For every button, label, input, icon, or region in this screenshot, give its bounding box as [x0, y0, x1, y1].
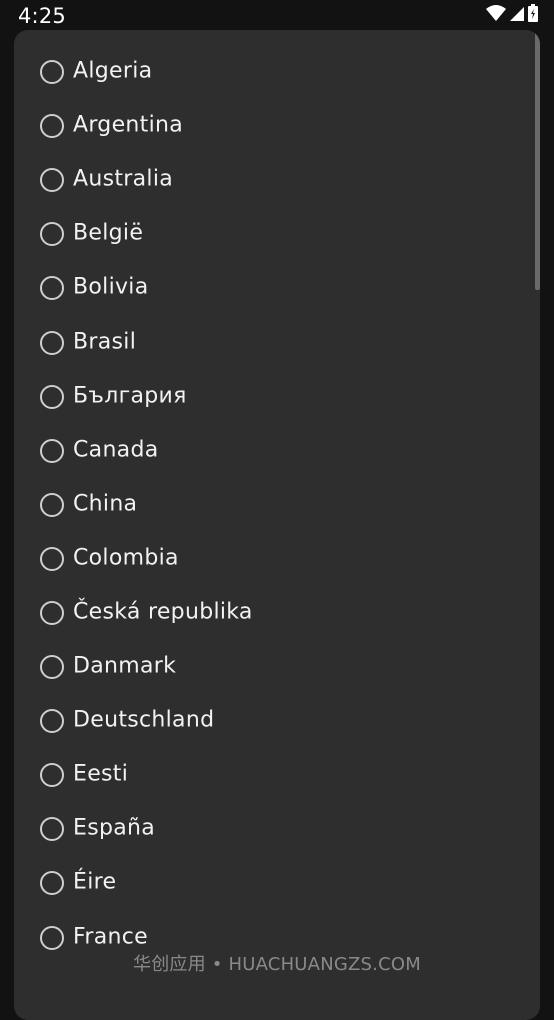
list-item-label: Česká republika [73, 599, 253, 625]
list-item-label: China [73, 491, 138, 517]
list-item-label: Bolivia [73, 274, 149, 300]
list-item-label: Danmark [73, 653, 177, 679]
list-item[interactable]: Deutschland [14, 694, 540, 748]
radio-button-icon[interactable] [40, 384, 64, 409]
radio-button-icon[interactable] [40, 492, 64, 517]
radio-button-icon[interactable] [40, 114, 64, 139]
list-item-label: Éire [73, 869, 117, 895]
radio-button-icon[interactable] [40, 276, 64, 301]
list-item[interactable]: Eesti [14, 748, 540, 802]
list-item-label: España [73, 815, 156, 841]
list-item[interactable]: Canada [14, 424, 540, 478]
list-item[interactable]: Danmark [14, 640, 540, 694]
list-item[interactable]: България [14, 370, 540, 424]
list-item[interactable]: España [14, 802, 540, 856]
list-item[interactable]: België [14, 207, 540, 261]
scrollbar[interactable] [535, 30, 540, 290]
radio-button-icon[interactable] [40, 871, 64, 896]
list-item-label: Australia [73, 166, 174, 192]
list-item[interactable]: Éire [14, 856, 540, 910]
list-item-label: Argentina [73, 112, 184, 138]
cell-signal-icon [510, 6, 524, 25]
country-list: Algeria Argentina Australia België Bolivia Br… [14, 45, 540, 965]
list-item[interactable]: China [14, 478, 540, 532]
list-item-label: Algeria [73, 58, 153, 84]
list-item[interactable]: Algeria [14, 45, 540, 99]
battery-icon [528, 4, 538, 26]
radio-button-icon[interactable] [40, 438, 64, 463]
radio-button-icon[interactable] [40, 655, 64, 680]
list-item-label: France [73, 924, 148, 950]
radio-button-icon[interactable] [40, 222, 64, 247]
country-select-dialog: Algeria Argentina Australia België Bolivia Br… [14, 30, 540, 1020]
radio-button-icon[interactable] [40, 546, 64, 571]
list-item[interactable]: Brasil [14, 315, 540, 369]
radio-button-icon[interactable] [40, 168, 64, 193]
list-item-label: Eesti [73, 761, 129, 787]
watermark: 华创应用 • HUACHUANGZS.COM [133, 954, 421, 975]
list-item-label: Canada [73, 437, 159, 463]
list-item[interactable]: Colombia [14, 532, 540, 586]
radio-button-icon[interactable] [40, 60, 64, 85]
status-bar: 4:25 [0, 0, 554, 30]
status-time: 4:25 [18, 4, 66, 28]
list-item-label: Colombia [73, 545, 179, 571]
list-item[interactable]: Australia [14, 153, 540, 207]
wifi-icon [486, 5, 506, 25]
radio-button-icon[interactable] [40, 709, 64, 734]
status-icons [486, 4, 538, 26]
list-item-label: België [73, 220, 144, 246]
list-item-label: Brasil [73, 329, 137, 355]
radio-button-icon[interactable] [40, 600, 64, 625]
radio-button-icon[interactable] [40, 763, 64, 788]
radio-button-icon[interactable] [40, 925, 64, 950]
radio-button-icon[interactable] [40, 330, 64, 355]
list-item[interactable]: Argentina [14, 99, 540, 153]
list-item[interactable]: Bolivia [14, 261, 540, 315]
list-item[interactable]: Česká republika [14, 586, 540, 640]
list-item-label: Deutschland [73, 707, 215, 733]
radio-button-icon[interactable] [40, 817, 64, 842]
list-item-label: България [73, 383, 187, 409]
